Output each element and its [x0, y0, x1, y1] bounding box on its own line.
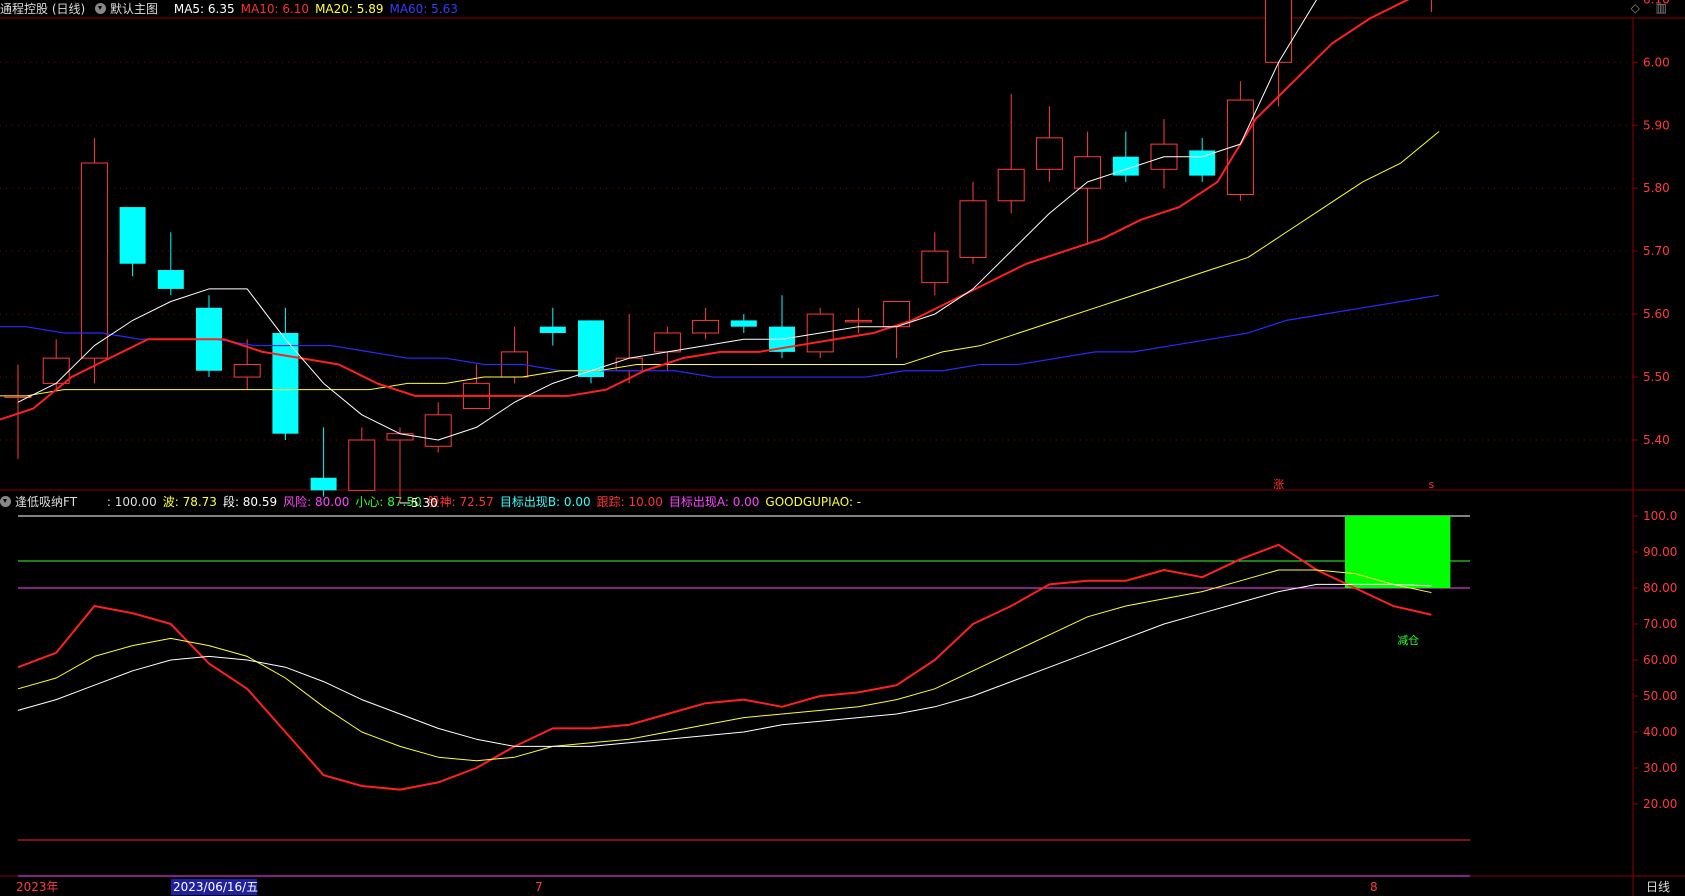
candle-body-down: [157, 270, 184, 289]
ind-ytick-label: 60.00: [1643, 653, 1677, 667]
ind-ytick-label: 50.00: [1643, 689, 1677, 703]
main-ytick-label: 5.70: [1643, 244, 1670, 258]
candle-body-up: [42, 357, 70, 384]
candle-body-up: [424, 414, 452, 447]
ind-series-gushen: [17, 543, 1432, 791]
signal-label: 涨: [1273, 478, 1284, 491]
main-ytick-label: 5.90: [1643, 118, 1670, 132]
period-label: 日线: [1646, 880, 1670, 894]
candle-body-up: [348, 439, 376, 491]
ind-series-duan: [17, 583, 1432, 747]
main-ytick-label: 5.60: [1643, 307, 1670, 321]
ind-ytick-label: 30.00: [1643, 761, 1677, 775]
signal-label: s: [1429, 478, 1435, 491]
main-ytick-label: 5.40: [1643, 433, 1670, 447]
candle-body-up: [921, 250, 949, 284]
candle-body-down: [730, 320, 757, 327]
date-axis-label: 8: [1370, 880, 1378, 894]
main-ytick-label: 5.80: [1643, 181, 1670, 195]
ind-annotation: 减仓: [1397, 633, 1419, 647]
candle-body-down: [272, 332, 299, 434]
date-axis-label: 2023/06/16/五: [173, 880, 258, 894]
candle-body-down: [578, 320, 604, 378]
candle-body-up: [844, 319, 872, 323]
candle-body-up: [1265, 0, 1293, 63]
ind-ytick-label: 70.00: [1643, 617, 1677, 631]
candle-body-up: [386, 433, 414, 441]
candle-body-down: [539, 326, 566, 333]
ind-ytick-label: 40.00: [1643, 725, 1677, 739]
main-ytick-label: 5.50: [1643, 370, 1670, 384]
ind-ytick-label: 20.00: [1643, 797, 1677, 811]
ind-zone: [1345, 516, 1451, 588]
low-price-label: 5.30: [411, 496, 438, 510]
main-ytick-label: 6.10: [1643, 0, 1670, 6]
ma5-line: [17, 0, 1317, 441]
candle-body-up: [1035, 137, 1063, 170]
date-axis-label: 2023年: [16, 880, 59, 894]
candle-body-down: [310, 477, 337, 491]
candle-body-up: [997, 168, 1025, 202]
ind-ytick-label: 80.00: [1643, 581, 1677, 595]
ind-ytick-label: 90.00: [1643, 545, 1677, 559]
date-axis-label: 7: [535, 880, 543, 894]
candle-body-up: [959, 200, 987, 258]
candle-body-up: [692, 319, 720, 334]
candle-body-up: [80, 162, 108, 359]
ind-series-bo: [17, 569, 1432, 762]
candle-body-up: [653, 332, 681, 353]
chart-canvas[interactable]: 6.606.506.406.306.206.106.005.905.805.70…: [0, 0, 1685, 896]
main-ytick-label: 6.00: [1643, 55, 1670, 69]
ind-ytick-label: 100.0: [1643, 509, 1677, 523]
candle-body-down: [119, 207, 146, 264]
candle-body-up: [233, 363, 261, 378]
candle-body-up: [1074, 156, 1102, 189]
